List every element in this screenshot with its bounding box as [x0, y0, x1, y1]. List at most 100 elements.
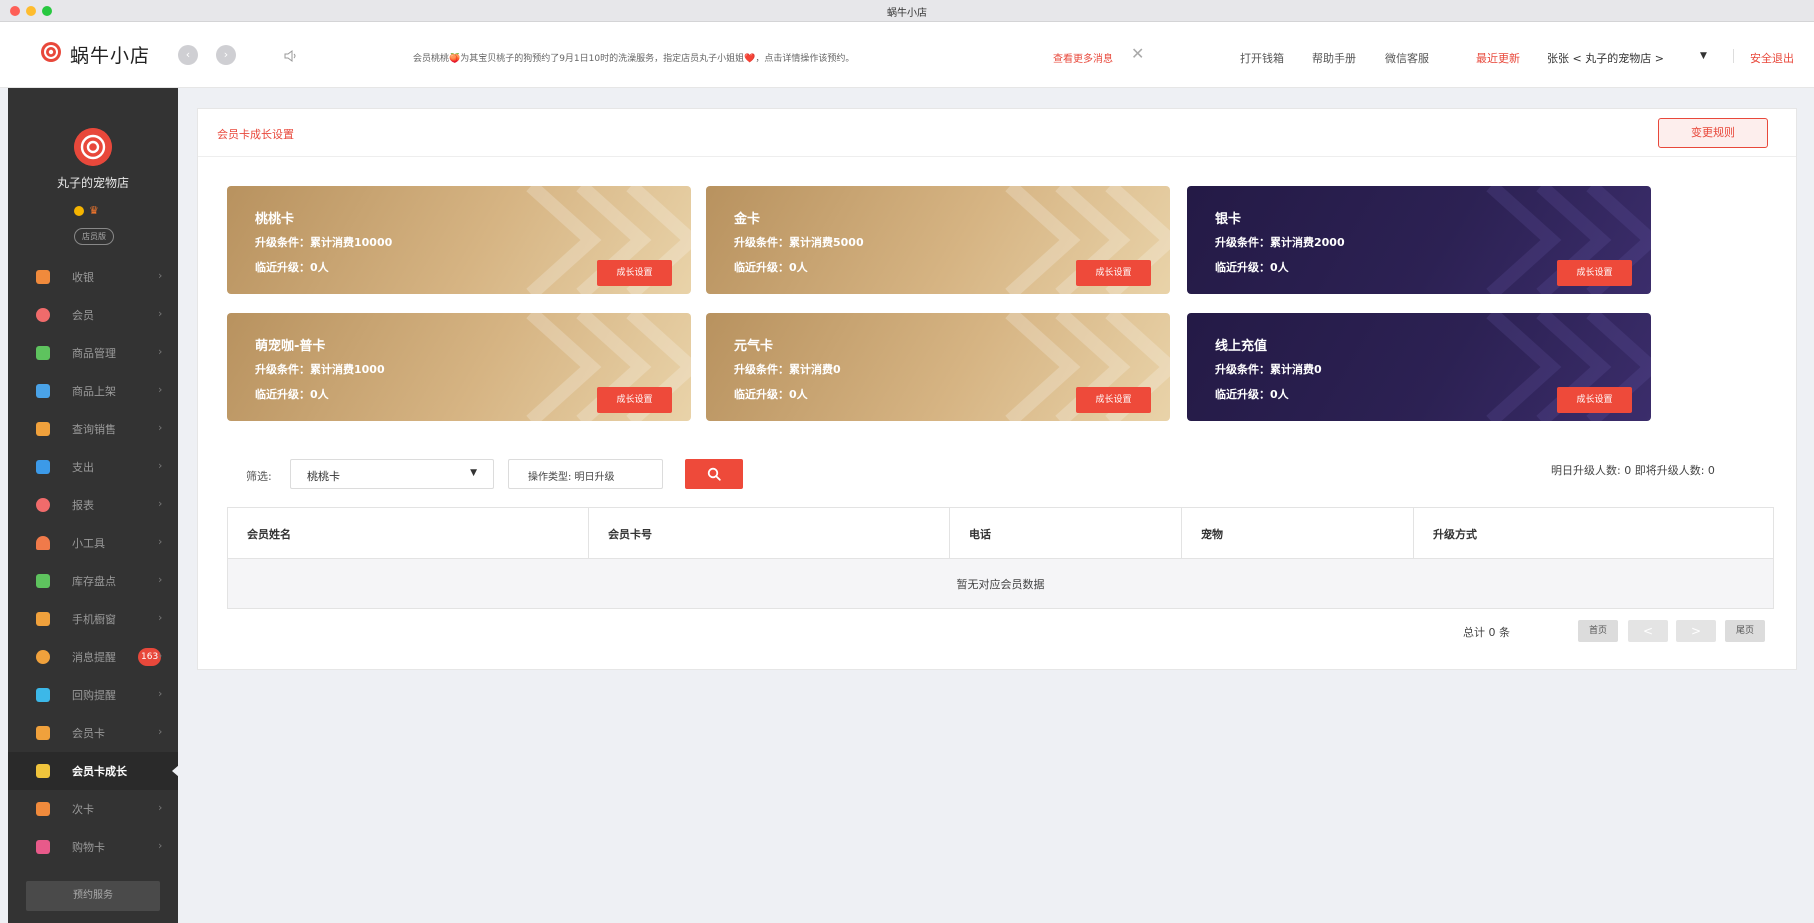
app-logo-text: 蜗牛小店	[70, 45, 151, 67]
sidebar-item-label: 消息提醒	[72, 651, 116, 664]
view-more-messages-link[interactable]: 查看更多消息	[1053, 50, 1113, 65]
speaker-icon	[284, 50, 296, 62]
sidebar-item-shopping-card[interactable]: 购物卡 ›	[8, 828, 178, 866]
sidebar-item-label: 购物卡	[72, 841, 105, 854]
goods-icon	[36, 346, 50, 360]
sidebar-item-label: 报表	[72, 499, 94, 512]
page-title: 会员卡成长设置	[217, 128, 294, 141]
table-empty-row: 暂无对应会员数据	[228, 559, 1773, 608]
wechat-support-link[interactable]: 微信客服	[1385, 50, 1429, 66]
chevron-down-icon[interactable]: ▼	[1700, 51, 1707, 61]
member-card-tile: 萌宠咖-普卡 升级条件：累计消费1000 临近升级：0人 成长设置	[227, 313, 691, 421]
member-table: 会员姓名 会员卡号 电话 宠物 升级方式 暂无对应会员数据	[227, 507, 1774, 609]
card-near-upgrade: 临近升级：0人	[1215, 388, 1289, 401]
divider	[1733, 49, 1734, 63]
change-rule-button[interactable]: 变更规则	[1658, 118, 1768, 148]
card-name: 元气卡	[734, 339, 774, 354]
chevron-right-icon: ›	[158, 725, 163, 738]
sidebar-item-mobile[interactable]: 手机橱窗 ›	[8, 600, 178, 638]
help-manual-link[interactable]: 帮助手册	[1312, 50, 1356, 66]
sidebar-item-inventory[interactable]: 库存盘点 ›	[8, 562, 178, 600]
logout-link[interactable]: 安全退出	[1750, 50, 1794, 66]
member-card-tile: 银卡 升级条件：累计消费2000 临近升级：0人 成长设置	[1187, 186, 1651, 294]
growth-settings-button[interactable]: 成长设置	[597, 260, 672, 286]
card-upgrade-condition: 升级条件：累计消费1000	[255, 363, 385, 376]
chevron-right-icon: ›	[158, 307, 163, 320]
card-icon	[36, 726, 50, 740]
sidebar-item-label: 查询销售	[72, 423, 116, 436]
close-icon[interactable]: ✕	[1131, 44, 1144, 63]
prev-page-button[interactable]: <	[1628, 620, 1668, 642]
shop-logo-icon	[74, 128, 112, 166]
chevron-right-icon: ›	[158, 649, 163, 662]
column-upgrade-method: 升级方式	[1433, 528, 1477, 541]
card-near-upgrade: 临近升级：0人	[734, 261, 808, 274]
top-header: 蜗牛小店 ‹ › 会员桃桃🍑为其宝贝桃子的狗预约了9月1日10时的洗澡服务，指定…	[0, 22, 1814, 88]
forward-button[interactable]: ›	[216, 45, 236, 65]
search-icon	[707, 467, 721, 481]
sidebar-item-messages[interactable]: 消息提醒 163 ›	[8, 638, 178, 676]
sidebar-item-label: 会员	[72, 309, 94, 322]
operation-type-field[interactable]: 操作类型: 明日升级	[508, 459, 663, 489]
chevron-right-icon: ›	[158, 459, 163, 472]
sidebar-item-repurchase[interactable]: 回购提醒 ›	[8, 676, 178, 714]
sidebar-item-goods[interactable]: 商品管理 ›	[8, 334, 178, 372]
message-icon	[36, 650, 50, 664]
sidebar-item-card-growth[interactable]: 会员卡成长	[8, 752, 179, 790]
member-icon	[36, 308, 50, 322]
growth-icon	[36, 764, 50, 778]
report-icon	[36, 498, 50, 512]
sidebar-item-sales[interactable]: 查询销售 ›	[8, 410, 178, 448]
growth-settings-button[interactable]: 成长设置	[597, 387, 672, 413]
growth-settings-button[interactable]: 成长设置	[1076, 387, 1151, 413]
expense-icon	[36, 460, 50, 474]
search-button[interactable]	[685, 459, 743, 489]
sidebar-item-member[interactable]: 会员 ›	[8, 296, 178, 334]
chevron-right-icon: ›	[158, 383, 163, 396]
sidebar-item-label: 会员卡	[72, 727, 105, 740]
sidebar-item-times-card[interactable]: 次卡 ›	[8, 790, 178, 828]
sidebar-item-expense[interactable]: 支出 ›	[8, 448, 178, 486]
sidebar-item-label: 商品管理	[72, 347, 116, 360]
card-type-select[interactable]: 桃桃卡 ▼	[290, 459, 494, 489]
sidebar-item-report[interactable]: 报表 ›	[8, 486, 178, 524]
recent-updates-link[interactable]: 最近更新	[1476, 50, 1520, 66]
notice-text: 会员桃桃🍑为其宝贝桃子的狗预约了9月1日10时的洗澡服务，指定店员丸子小姐姐❤️…	[413, 54, 855, 64]
sidebar: 丸子的宠物店 ♛ 店员版 收银 › 会员 › 商品管理 › 商品上架 › 查询销售 › 支…	[8, 88, 179, 923]
role-tag: 店员版	[74, 228, 114, 245]
first-page-button[interactable]: 首页	[1578, 620, 1618, 642]
member-card-tile: 元气卡 升级条件：累计消费0 临近升级：0人 成长设置	[706, 313, 1170, 421]
chevron-right-icon: ›	[158, 421, 163, 434]
growth-settings-button[interactable]: 成长设置	[1557, 260, 1632, 286]
back-button[interactable]: ‹	[178, 45, 198, 65]
appointment-button[interactable]: 预约服务	[26, 881, 160, 911]
column-phone: 电话	[969, 528, 991, 541]
window-titlebar: 蜗牛小店	[0, 0, 1814, 22]
sidebar-item-shelf[interactable]: 商品上架 ›	[8, 372, 178, 410]
inventory-icon	[36, 574, 50, 588]
next-page-button[interactable]: >	[1676, 620, 1716, 642]
open-cash-drawer-link[interactable]: 打开钱箱	[1240, 50, 1284, 66]
chevron-right-icon: ›	[158, 345, 163, 358]
chevron-right-icon: ›	[158, 497, 163, 510]
card-upgrade-condition: 升级条件：累计消费0	[1215, 363, 1322, 376]
shop-name[interactable]: 丸子的宠物店	[8, 174, 178, 191]
card-near-upgrade: 临近升级：0人	[734, 388, 808, 401]
growth-settings-button[interactable]: 成长设置	[1557, 387, 1632, 413]
member-card-tile: 金卡 升级条件：累计消费5000 临近升级：0人 成长设置	[706, 186, 1170, 294]
card-name: 银卡	[1215, 212, 1242, 227]
table-header-cell: 会员卡号	[589, 508, 950, 559]
sidebar-item-member-card[interactable]: 会员卡 ›	[8, 714, 178, 752]
user-shop-selector[interactable]: 张张 < 丸子的宠物店 >	[1547, 50, 1664, 66]
snail-logo-icon	[41, 42, 61, 62]
chevron-right-icon: ›	[158, 573, 163, 586]
sidebar-item-tools[interactable]: 小工具 ›	[8, 524, 178, 562]
mobile-icon	[36, 612, 50, 626]
last-page-button[interactable]: 尾页	[1725, 620, 1765, 642]
tools-icon	[36, 536, 50, 550]
chevron-right-icon: ›	[158, 535, 163, 548]
table-header-cell: 电话	[950, 508, 1182, 559]
growth-settings-button[interactable]: 成长设置	[1076, 260, 1151, 286]
sidebar-item-cashier[interactable]: 收银 ›	[8, 258, 178, 296]
shopping-card-icon	[36, 840, 50, 854]
